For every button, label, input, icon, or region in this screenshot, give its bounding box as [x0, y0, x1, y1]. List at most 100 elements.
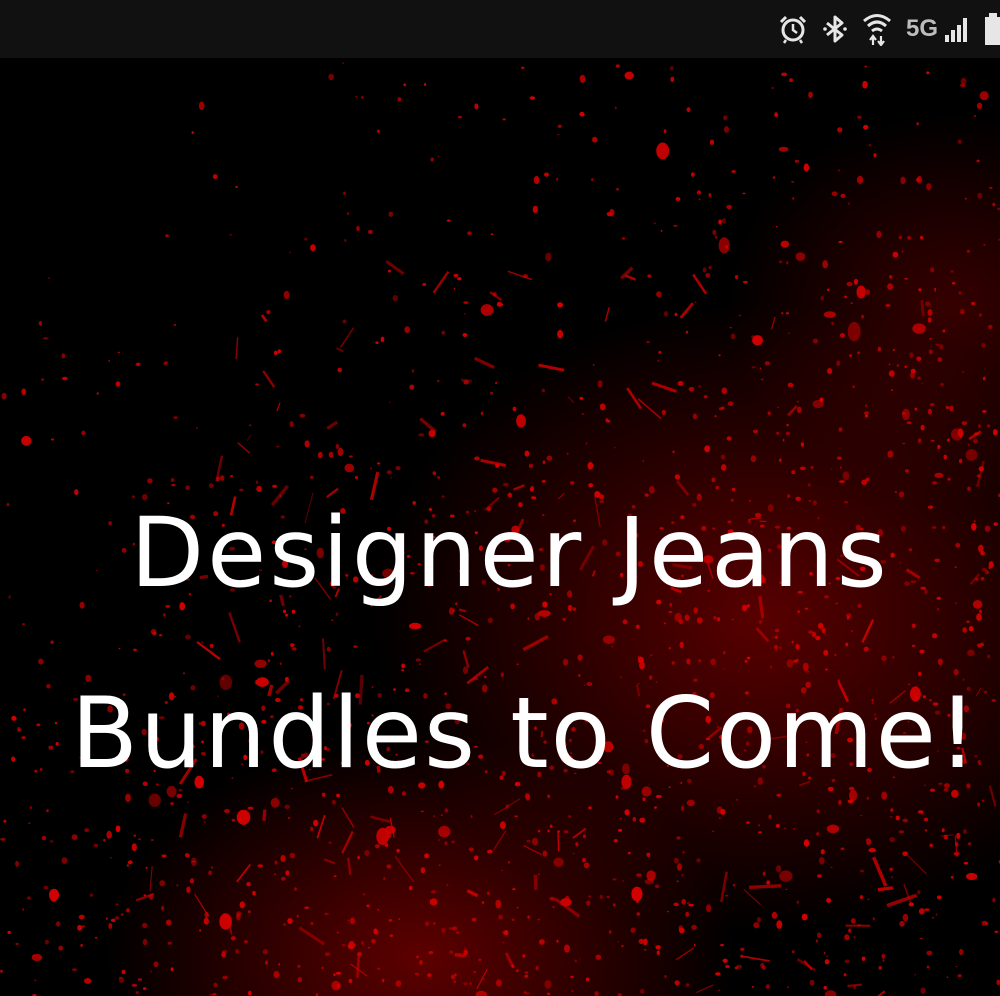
splatter-dot [165, 919, 172, 926]
splatter-streak [988, 785, 997, 807]
splatter-dot [255, 480, 259, 485]
status-icons: 5G [778, 0, 1000, 58]
splatter-dot [420, 810, 424, 813]
splatter-dot [424, 921, 430, 927]
splatter-dot [732, 883, 736, 887]
splatter-dot [889, 837, 895, 843]
splatter-dot [262, 949, 268, 955]
splatter-dot [715, 972, 721, 976]
splatter-dot [643, 949, 647, 951]
splatter-dot [943, 454, 948, 460]
splatter-dot [731, 487, 736, 492]
splatter-dot [830, 866, 833, 868]
splatter-dot [331, 799, 336, 805]
splatter-dot [740, 947, 745, 951]
splatter-dot [751, 335, 756, 339]
splatter-dot [802, 662, 809, 672]
splatter-dot [373, 928, 378, 934]
splatter-dot [772, 176, 776, 179]
splatter-dot [142, 938, 148, 946]
splatter-dot [138, 838, 141, 841]
splatter-dot [592, 136, 598, 143]
splatter-dot [887, 450, 894, 458]
splatter-streak [920, 300, 925, 317]
splatter-dot [344, 239, 347, 242]
splatter-dot [904, 277, 908, 280]
splatter-streak [504, 952, 515, 968]
splatter-dot [441, 330, 446, 335]
splatter-dot [973, 440, 976, 443]
splatter-dot [911, 644, 916, 647]
splatter-dot [165, 361, 168, 364]
splatter-dot [622, 619, 628, 625]
splatter-dot [934, 290, 937, 292]
splatter-dot [449, 950, 454, 954]
splatter-dot [966, 872, 978, 881]
splatter-dot [462, 333, 468, 337]
wifi-icon [862, 12, 892, 46]
splatter-dot [355, 96, 358, 98]
splatter-dot [546, 992, 551, 995]
splatter-dot [42, 337, 49, 340]
splatter-dot [966, 249, 971, 253]
splatter-dot [184, 853, 190, 858]
splatter-dot [838, 427, 843, 432]
splatter-dot [454, 973, 457, 977]
splatter-streak [298, 926, 326, 946]
splatter-dot [826, 955, 828, 957]
splatter-dot [367, 946, 371, 949]
splatter-dot [823, 986, 827, 990]
splatter-dot [808, 483, 811, 487]
splatter-dot [738, 314, 742, 317]
splatter-streak [341, 807, 355, 828]
splatter-dot [978, 424, 981, 428]
splatter-dot [289, 421, 294, 428]
splatter-dot [495, 381, 498, 384]
splatter-dot [969, 626, 974, 632]
splatter-dot [909, 352, 914, 358]
headline-line-2: Bundles to Come! [70, 677, 980, 791]
splatter-dot [321, 966, 324, 970]
splatter-dot [170, 967, 174, 972]
splatter-dot [255, 383, 259, 386]
splatter-dot [926, 965, 930, 969]
splatter-dot [916, 356, 922, 361]
splatter-dot [173, 416, 178, 420]
splatter-dot [288, 251, 291, 253]
splatter-dot [566, 452, 569, 456]
splatter-dot [229, 233, 232, 236]
splatter-dot [885, 304, 891, 307]
splatter-dot [842, 471, 850, 481]
splatter-dot [674, 312, 678, 317]
splatter-dot [844, 295, 848, 299]
splatter-dot [872, 917, 875, 921]
splatter-dot [771, 87, 774, 89]
splatter-streak [538, 363, 565, 372]
splatter-dot [176, 793, 183, 799]
splatter-dot [326, 646, 331, 652]
splatter-dot [333, 973, 336, 976]
splatter-dot [746, 656, 751, 660]
splatter-streak [651, 381, 677, 393]
splatter-dot [527, 915, 530, 919]
splatter-dot [50, 438, 55, 441]
splatter-dot [163, 613, 166, 617]
splatter-streak [262, 809, 267, 821]
splatter-dot [928, 349, 933, 355]
splatter-dot [224, 809, 230, 814]
splatter-dot [213, 982, 218, 988]
splatter-dot [766, 880, 771, 885]
splatter-dot [704, 445, 711, 453]
splatter-dot [974, 115, 976, 117]
splatter-dot [176, 884, 179, 887]
splatter-dot [516, 906, 519, 909]
splatter-dot [848, 928, 852, 933]
splatter-dot [279, 662, 282, 665]
splatter-dot [776, 920, 783, 929]
splatter-dot [630, 927, 636, 933]
splatter-dot [239, 901, 245, 909]
splatter-dot [289, 852, 296, 859]
splatter-dot [328, 451, 334, 458]
splatter-dot [936, 607, 940, 611]
splatter-dot [735, 275, 739, 280]
